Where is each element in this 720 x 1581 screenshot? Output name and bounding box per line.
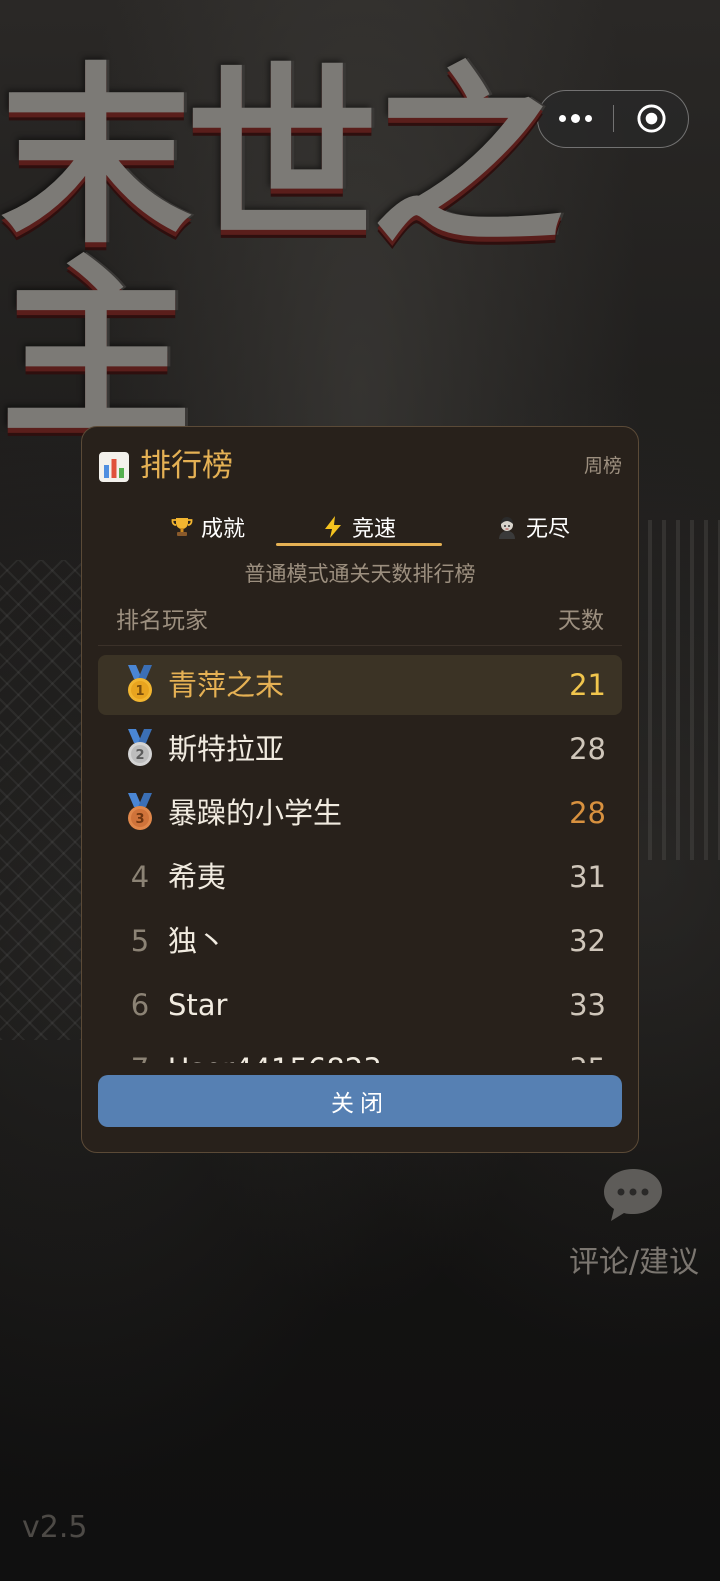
header-divider	[98, 645, 622, 646]
column-player: 排名玩家	[116, 608, 208, 634]
player-days: 33	[569, 988, 606, 1022]
trophy-icon	[169, 514, 195, 540]
player-name: User44156823	[168, 1039, 382, 1063]
gold-medal-icon: 1	[118, 655, 162, 715]
player-days: 28	[569, 796, 606, 830]
tab-achievement[interactable]: 成就	[122, 505, 292, 549]
rank-number: 7	[118, 1039, 162, 1063]
bronze-medal-icon: 3	[118, 783, 162, 843]
zombie-icon	[494, 514, 520, 540]
lightning-icon	[320, 514, 346, 540]
table-row[interactable]: 2 斯特拉亚 28	[98, 719, 622, 779]
leaderboard-header: 排行榜 周榜	[82, 427, 638, 503]
tab-label: 无尽	[525, 517, 570, 542]
ranking-list[interactable]: 1 青萍之末 21 2 斯特拉亚 28 3 暴躁的小学生 28 4 希夷 31 …	[98, 655, 622, 1063]
rank-number: 5	[130, 924, 150, 958]
table-row[interactable]: 1 青萍之末 21	[98, 655, 622, 715]
bar-chart-icon	[99, 452, 129, 482]
table-row[interactable]: 6 Star 33	[98, 975, 622, 1035]
active-tab-indicator	[276, 543, 442, 546]
chat-bubble-icon	[604, 1169, 662, 1221]
leaderboard-subtitle: 普通模式通关天数排行榜	[244, 562, 476, 586]
svg-text:3: 3	[135, 812, 144, 827]
close-button[interactable]: 关闭	[98, 1075, 622, 1127]
svg-text:2: 2	[135, 748, 144, 763]
rank-number: 6	[130, 988, 150, 1022]
version-label: v2.5	[22, 1510, 88, 1545]
svg-text:1: 1	[135, 684, 144, 699]
table-row[interactable]: 4 希夷 31	[98, 847, 622, 907]
table-row[interactable]: 5 独丶 32	[98, 911, 622, 971]
player-name: 青萍之末	[168, 668, 285, 702]
game-title-text: 末世之主	[0, 47, 564, 462]
player-name: 独丶	[168, 924, 227, 958]
fence-decoration	[0, 560, 82, 1040]
leaderboard-panel: 排行榜 周榜 成就 竞速 无尽 普通模式通关天数排行榜 排名玩家 天数 1 青萍…	[81, 426, 639, 1153]
tab-label: 成就	[200, 517, 245, 542]
player-days: 21	[569, 668, 606, 702]
game-logo: 末世之主	[0, 63, 720, 447]
player-name: 暴躁的小学生	[168, 796, 343, 830]
rank-number: 4	[130, 860, 150, 894]
player-name: 斯特拉亚	[168, 732, 285, 766]
tab-endless[interactable]: 无尽	[452, 505, 612, 549]
ruins-decoration	[634, 520, 720, 860]
leaderboard-title: 排行榜	[140, 448, 233, 484]
player-days: 28	[569, 732, 606, 766]
feedback-button[interactable]: 评论/建议	[560, 1165, 708, 1285]
player-days: 31	[569, 860, 606, 894]
player-name: 希夷	[168, 860, 227, 894]
player-days: 32	[569, 924, 606, 958]
player-days: 35	[569, 1039, 606, 1063]
table-row[interactable]: 3 暴躁的小学生 28	[98, 783, 622, 843]
tab-label: 竞速	[351, 517, 396, 542]
player-name: Star	[168, 988, 228, 1022]
period-label[interactable]: 周榜	[584, 454, 622, 478]
feedback-label: 评论/建议	[568, 1245, 700, 1280]
table-row[interactable]: 7 User44156823 35	[98, 1039, 622, 1063]
column-days: 天数	[558, 608, 604, 634]
column-header: 排名玩家 天数	[116, 605, 604, 637]
silver-medal-icon: 2	[118, 719, 162, 779]
